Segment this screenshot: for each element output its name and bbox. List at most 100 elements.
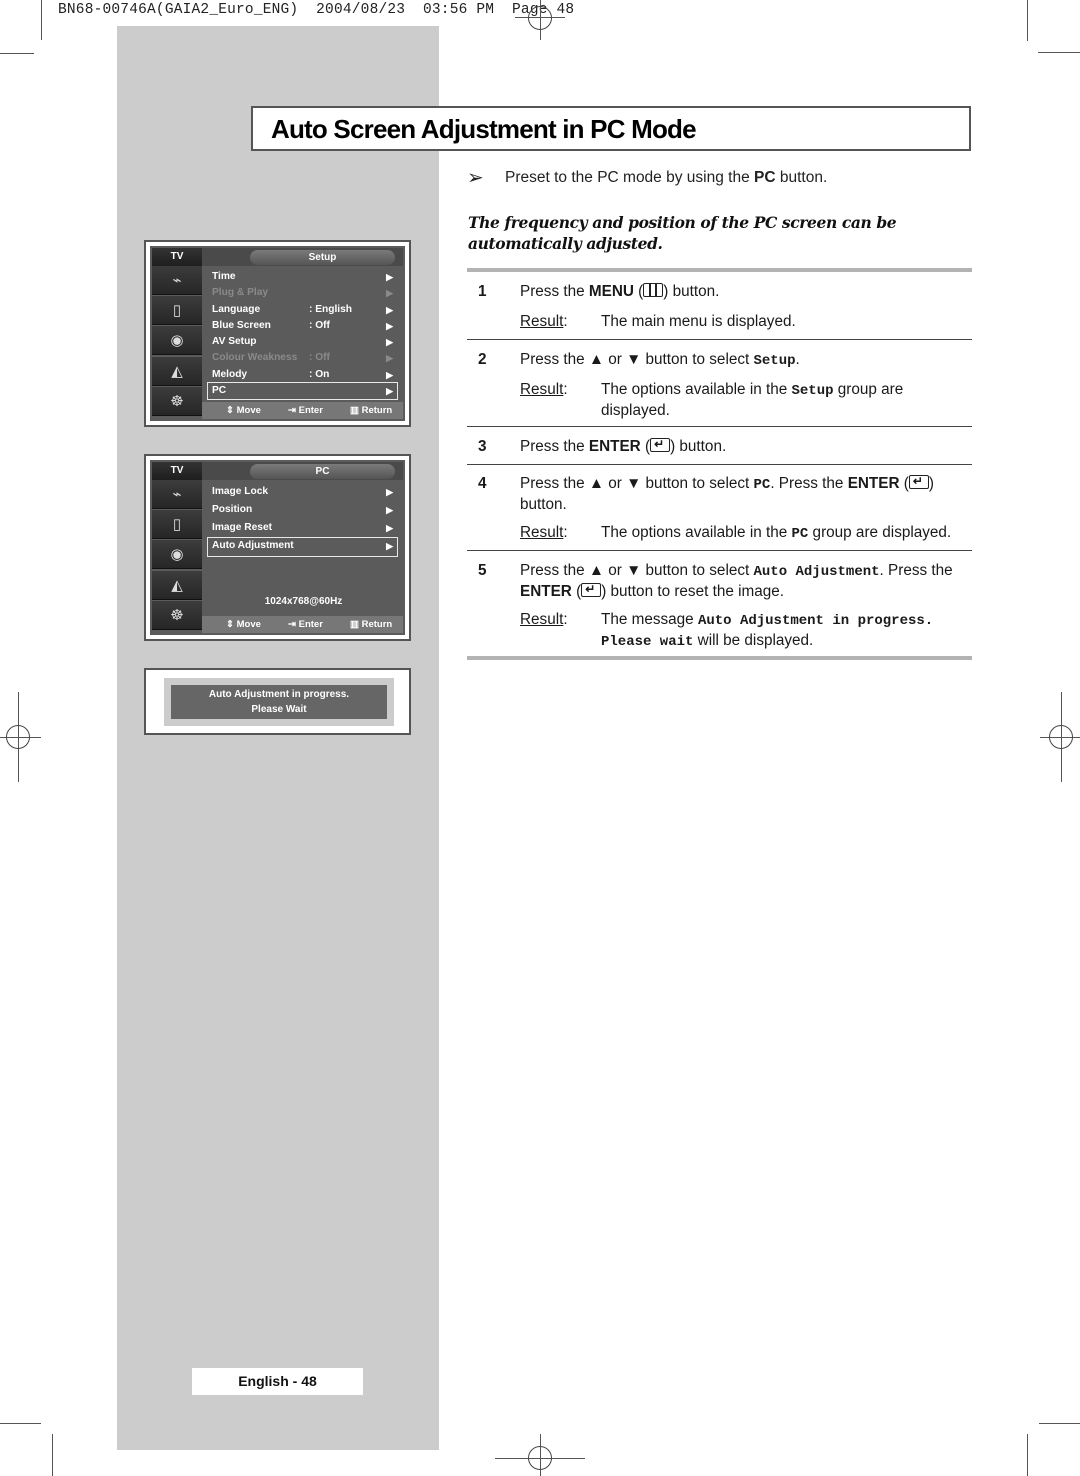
move-hint: ⇕ Move: [226, 619, 261, 630]
enter-icon: ⇥: [288, 619, 296, 630]
divider: [467, 426, 972, 427]
divider: [467, 656, 972, 660]
setup-menu-screenshot: TV Setup ⌁ ▯ ◉ ◭ ☸ Time ▶ Plug & Play ▶ La…: [144, 240, 411, 427]
print-date: 2004/08/23: [316, 2, 406, 18]
crop-mark: [1027, 0, 1028, 41]
menu-item-blue-screen: Blue Screen: Off ▶: [210, 318, 397, 334]
crop-mark: [0, 53, 34, 54]
menu-value: : On: [309, 368, 330, 380]
menu-icon: ▥: [350, 405, 359, 416]
divider: [467, 550, 972, 551]
osd-menu-list: Image Lock ▶ Position ▶ Image Reset ▶ Auto …: [207, 484, 398, 557]
screen-icon: ▯: [152, 510, 202, 540]
enter-icon: [908, 472, 929, 491]
divider: [467, 464, 972, 465]
page-number-label: English - 48: [192, 1368, 363, 1395]
menu-item-auto-adjustment-selected: Auto Adjustment ▶: [207, 537, 398, 557]
step-instruction: Press the ▲ or ▼ button to select PC. Pr…: [520, 472, 970, 514]
menu-item-language: Language: English ▶: [210, 302, 397, 318]
tv-label: TV: [152, 248, 202, 266]
arrow-right-icon: ▶: [386, 523, 393, 533]
tv-label: TV: [152, 462, 202, 480]
step-1: 1 Press the MENU () button. Result: The …: [467, 282, 972, 337]
arrow-right-icon: ▶: [386, 288, 393, 299]
crop-mark: [1027, 1434, 1028, 1476]
arrow-right-icon: ▶: [386, 487, 393, 497]
menu-item-plug-play: Plug & Play ▶: [210, 285, 397, 301]
resolution-readout: 1024x768@60Hz: [264, 596, 343, 607]
osd-title: PC: [250, 464, 395, 479]
menu-item-pc-selected: PC ▶: [207, 382, 398, 401]
menu-item-time: Time ▶: [210, 269, 397, 285]
result-text: The main menu is displayed.: [601, 313, 796, 330]
menu-item-av-setup: AV Setup ▶: [210, 334, 397, 350]
step-number: 3: [478, 438, 487, 455]
enter-icon: [581, 580, 602, 599]
menu-icon: [643, 283, 664, 297]
osd-footer: ⇕ Move ⇥ Enter ▥ Return: [202, 616, 403, 633]
arrow-right-icon: ▶: [386, 353, 393, 364]
arrow-right-icon: ▶: [386, 505, 393, 515]
osd-titlebar: PC: [202, 462, 403, 480]
channel-icon: ◭: [152, 570, 202, 600]
step-number: 1: [478, 283, 487, 300]
speaker-icon: ◉: [152, 326, 202, 356]
arrow-right-icon: ➢: [467, 167, 484, 189]
updown-icon: ⇕: [226, 405, 234, 416]
crop-mark: [41, 0, 42, 40]
return-hint: ▥ Return: [350, 405, 393, 416]
move-hint: ⇕ Move: [226, 405, 261, 416]
osd-icon-column: ⌁ ▯ ◉ ◭ ☸: [152, 266, 202, 417]
crop-mark: [1038, 52, 1080, 53]
arrow-right-icon: ▶: [386, 320, 393, 331]
menu-item-melody: Melody: On ▶: [210, 367, 397, 383]
crop-mark: [0, 1423, 41, 1424]
enter-hint: ⇥ Enter: [288, 405, 323, 416]
doc-code: BN68-00746A(GAIA2_Euro_ENG): [58, 2, 299, 18]
step-instruction: Press the MENU () button.: [520, 283, 720, 300]
divider: [467, 268, 972, 272]
result-label: Result:: [520, 524, 568, 541]
menu-item-position: Position ▶: [210, 502, 397, 520]
title-box: Auto Screen Adjustment in PC Mode: [251, 106, 971, 151]
setup-icon: ☸: [152, 600, 202, 630]
setup-icon: ☸: [152, 386, 202, 416]
pc-menu-screenshot: TV PC ⌁ ▯ ◉ ◭ ☸ Image Lock ▶ Position ▶ Im…: [144, 454, 411, 641]
crop-mark: [1039, 1423, 1080, 1424]
divider: [467, 339, 972, 340]
enter-icon: [650, 435, 671, 454]
arrow-right-icon: ▶: [386, 369, 393, 380]
menu-item-colour-weakness: Colour Weakness: Off ▶: [210, 350, 397, 366]
result-label: Result:: [520, 313, 568, 330]
note: ➢ Preset to the PC mode by using the PC b…: [467, 167, 828, 189]
antenna-icon: ⌁: [152, 266, 202, 295]
progress-message-screenshot: Auto Adjustment in progress. Please Wait: [144, 668, 411, 735]
result-text: The options available in the PC group ar…: [601, 524, 952, 542]
message-frame: Auto Adjustment in progress. Please Wait: [164, 678, 394, 726]
progress-message: Auto Adjustment in progress. Please Wait: [171, 685, 387, 719]
menu-value: : English: [309, 303, 353, 315]
osd-icon-column: ⌁ ▯ ◉ ◭ ☸: [152, 480, 202, 631]
arrow-right-icon: ▶: [386, 337, 393, 348]
step-4: 4 Press the ▲ or ▼ button to select PC. …: [467, 472, 972, 544]
menu-value: : Off: [309, 319, 330, 331]
result-text: The options available in the Setup group…: [601, 381, 904, 419]
page-title: Auto Screen Adjustment in PC Mode: [271, 114, 697, 144]
step-2: 2 Press the ▲ or ▼ button to select Setu…: [467, 350, 972, 420]
updown-icon: ⇕: [226, 619, 234, 630]
osd-titlebar: Setup: [202, 248, 403, 266]
enter-icon: ⇥: [288, 405, 296, 416]
speaker-icon: ◉: [152, 540, 202, 570]
step-instruction: Press the ▲ or ▼ button to select Auto A…: [520, 561, 970, 601]
antenna-icon: ⌁: [152, 480, 202, 509]
result-label: Result:: [520, 611, 568, 628]
osd-footer: ⇕ Move ⇥ Enter ▥ Return: [202, 402, 403, 419]
print-time: 03:56 PM: [422, 2, 495, 18]
arrow-right-icon: ▶: [386, 541, 393, 551]
menu-icon: ▥: [350, 619, 359, 630]
return-hint: ▥ Return: [350, 619, 393, 630]
menu-item-image-reset: Image Reset ▶: [210, 520, 397, 538]
message-line-2: Please Wait: [251, 704, 307, 715]
result-label: Result:: [520, 381, 568, 398]
channel-icon: ◭: [152, 356, 202, 386]
